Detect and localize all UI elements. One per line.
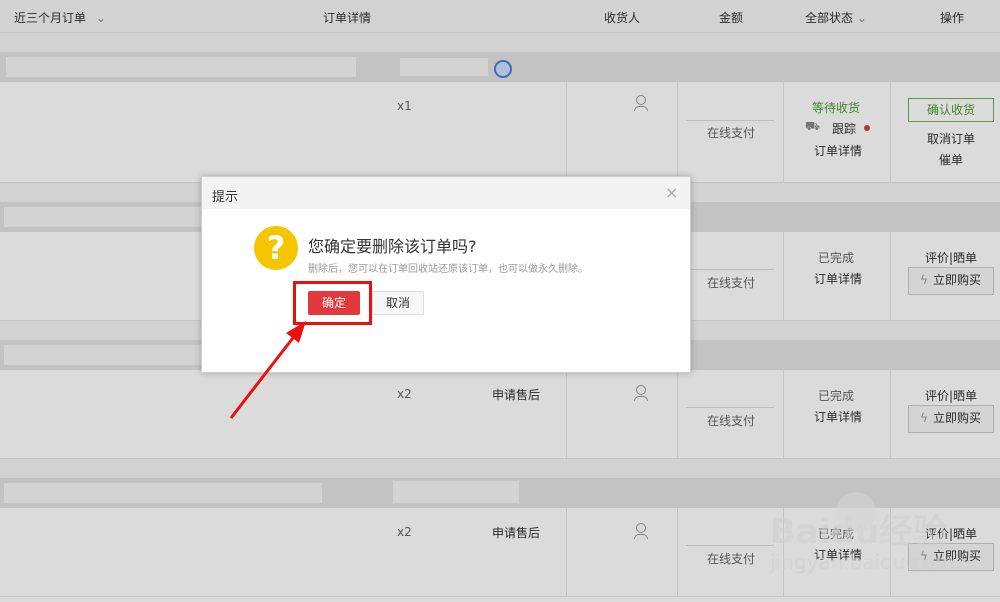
watermark-url: jingyan.baidu.com bbox=[770, 550, 955, 574]
baidu-watermark: Baidu经验 jingyan.baidu.com bbox=[770, 488, 1000, 588]
arrow-shaft bbox=[229, 333, 298, 419]
watermark-brand: Baidu经验 bbox=[770, 512, 948, 552]
arrow-head bbox=[286, 321, 306, 343]
